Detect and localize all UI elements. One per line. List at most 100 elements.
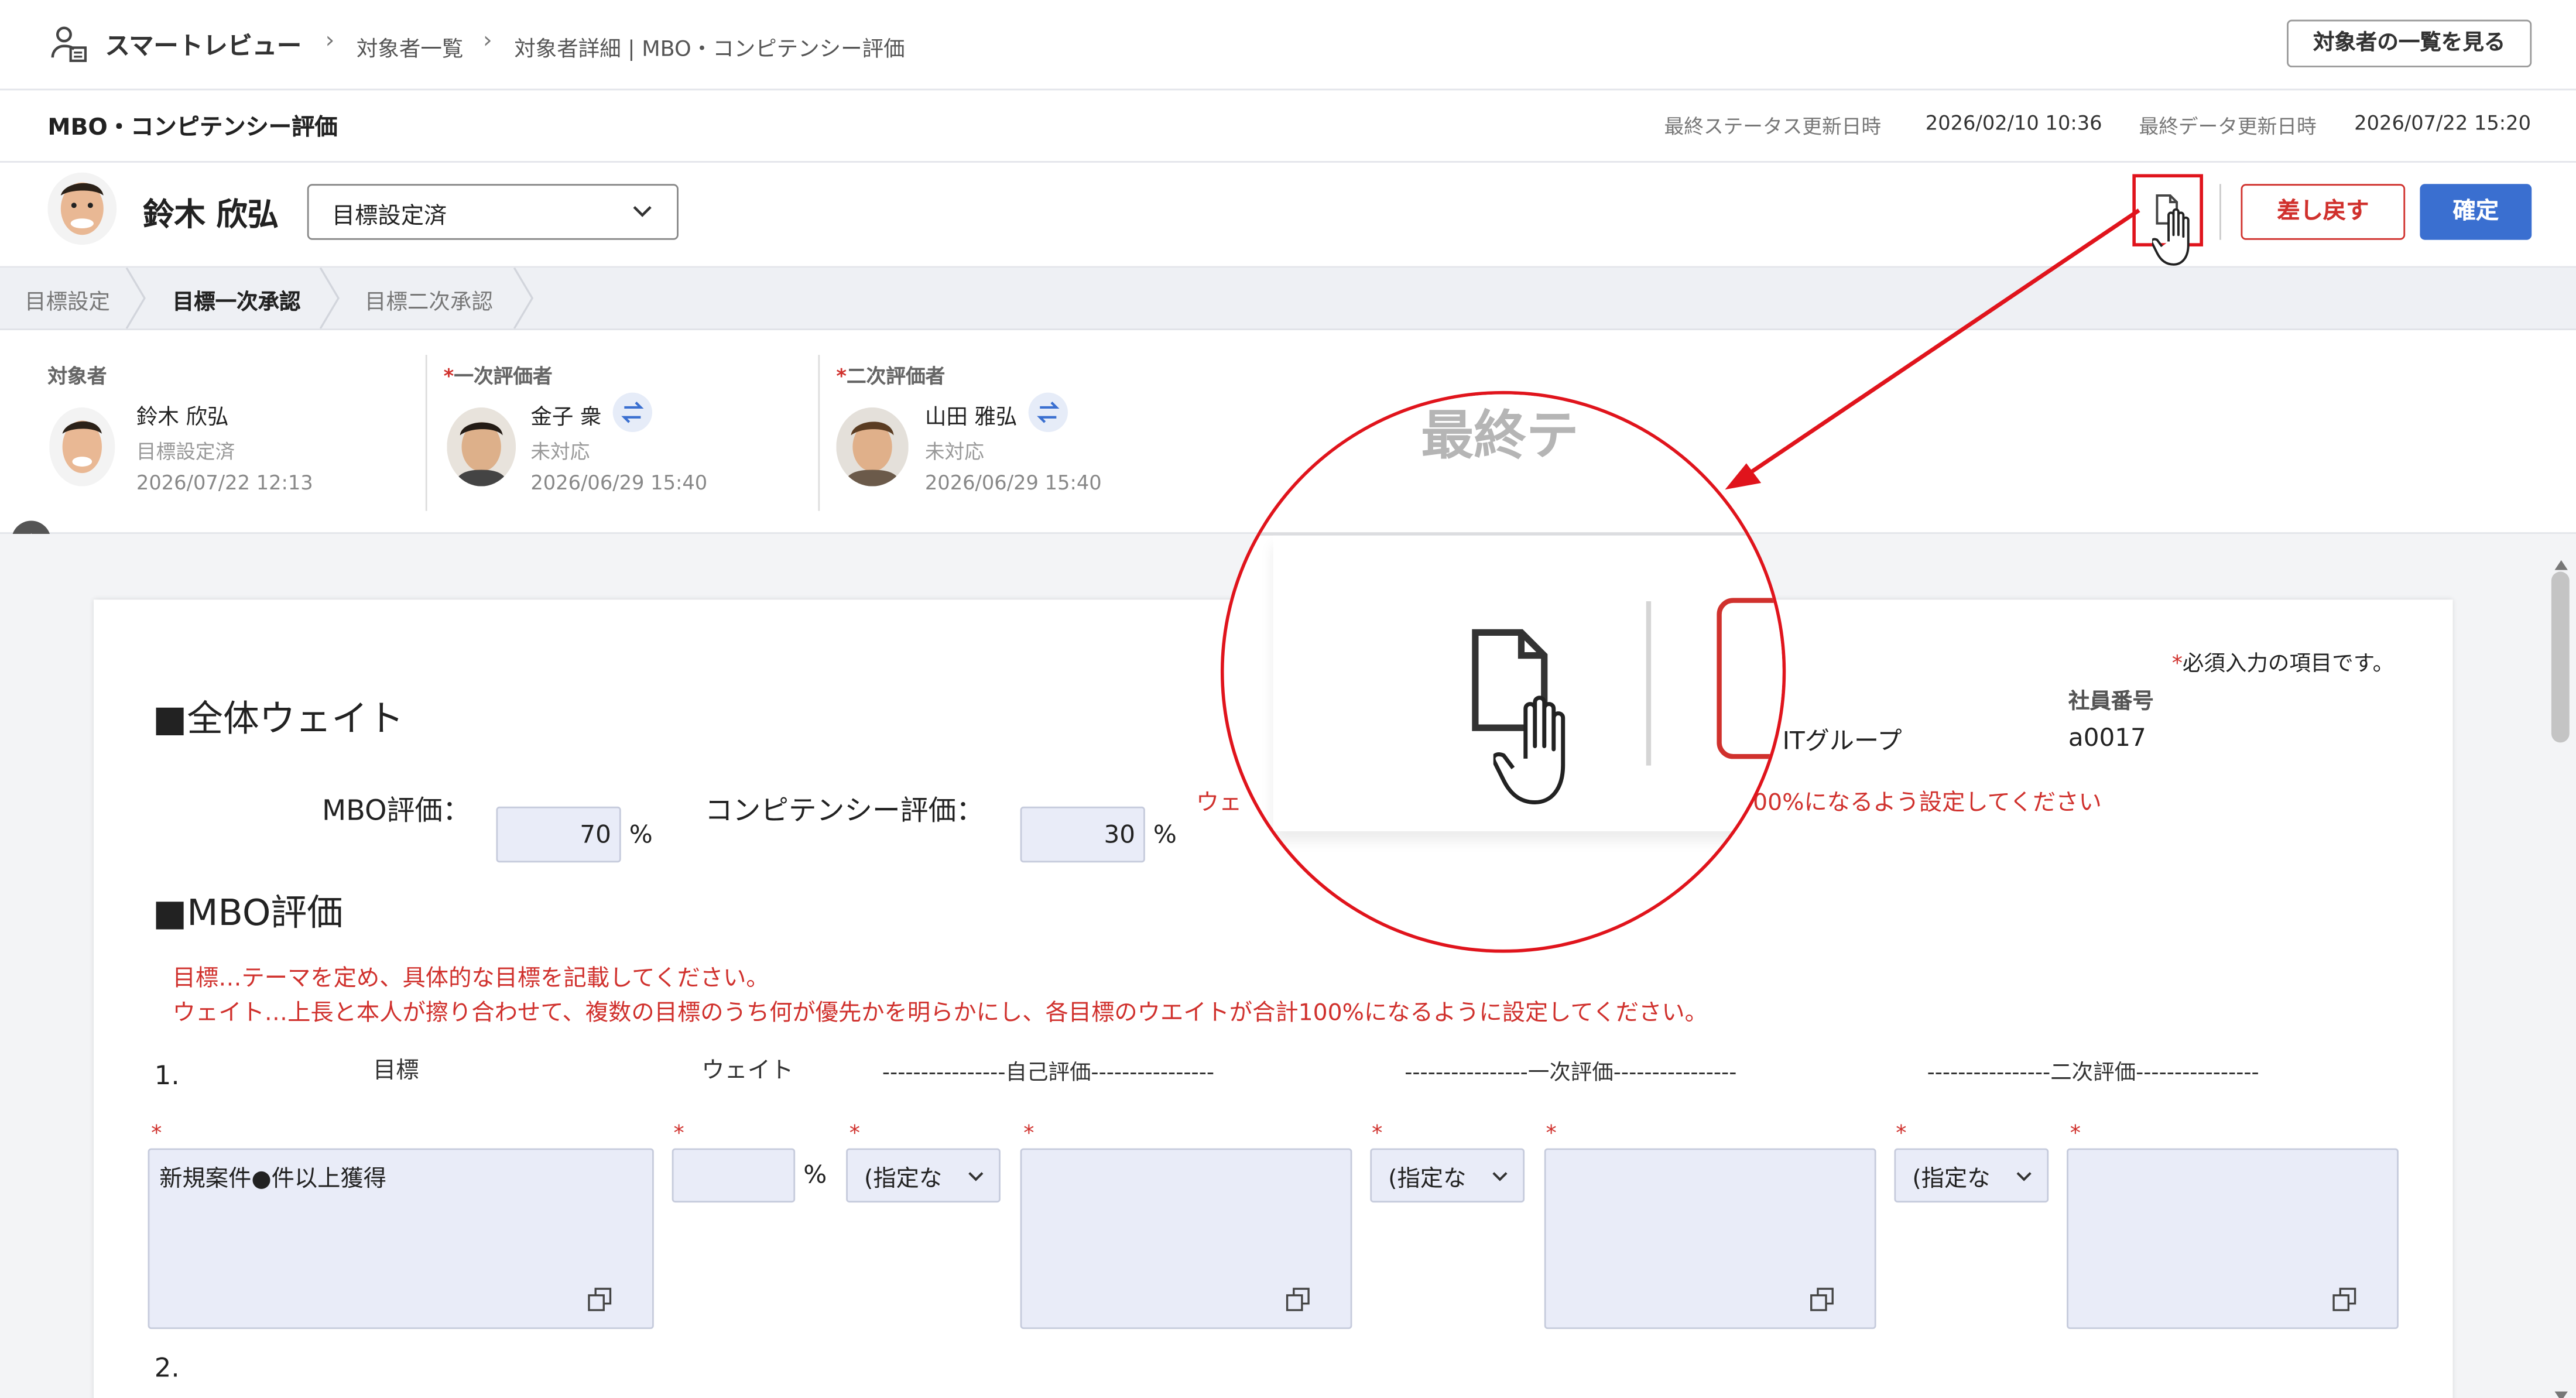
mbo-weight-label: MBO評価：: [321, 795, 471, 828]
column-goal: 目標: [372, 1058, 419, 1085]
subject-name: 鈴木 欣弘: [143, 197, 279, 234]
evaluator-role: *一次評価者: [444, 361, 553, 389]
return-button[interactable]: 差し戻す: [2241, 184, 2406, 240]
column-weight: ウェイト: [701, 1058, 794, 1085]
scroll-thumb[interactable]: [2551, 571, 2570, 743]
hand-cursor-icon: [2150, 205, 2205, 277]
evaluator-status: 未対応: [924, 440, 984, 464]
first-grade-select[interactable]: (指定な: [1370, 1148, 1525, 1203]
evaluator-date: 2026/07/22 12:13: [136, 471, 313, 495]
divider: [818, 355, 820, 511]
column-second-eval: ----------------二次評価----------------: [1927, 1061, 2259, 1086]
divider: [2219, 184, 2221, 240]
competency-weight-input[interactable]: 30: [1020, 806, 1145, 863]
step-goal-setting[interactable]: 目標設定: [25, 284, 110, 316]
subject-bar: 鈴木 欣弘 目標設定済 差し戻す 確定: [0, 163, 2576, 268]
step-first-approval[interactable]: 目標一次承認: [173, 284, 301, 316]
step-second-approval[interactable]: 目標二次承認: [365, 284, 493, 316]
expand-icon[interactable]: [1809, 1286, 1835, 1319]
required-mark: *: [1896, 1122, 1907, 1147]
divider: [1646, 601, 1652, 766]
evaluator-name: 鈴木 欣弘: [136, 406, 229, 431]
required-mark: *: [2070, 1122, 2081, 1147]
mbo-weight-input[interactable]: 70: [496, 806, 621, 863]
required-mark: *: [2171, 652, 2183, 677]
second-grade-value: (指定な: [1912, 1166, 1991, 1193]
status-updated-label: 最終ステータス更新日時: [1664, 115, 1882, 138]
second-comment-textarea[interactable]: [2067, 1148, 2399, 1330]
zoom-return-button-edge: [1717, 598, 1783, 759]
step-separator: [318, 267, 341, 335]
data-updated-value: 2026/07/22 15:20: [2354, 111, 2532, 135]
status-select[interactable]: 目標設定済: [307, 184, 679, 240]
divider: [425, 355, 427, 511]
scroll-down-icon[interactable]: [2554, 1377, 2568, 1398]
column-self-eval: ----------------自己評価----------------: [882, 1061, 1215, 1086]
required-mark: *: [151, 1122, 162, 1147]
zoom-callout: 最終テ: [1220, 390, 1786, 953]
avatar: [49, 407, 115, 486]
employee-no-label: 社員番号: [2068, 690, 2154, 715]
breadcrumb-item-detail: 対象者詳細 | MBO・コンピテンシー評価: [514, 37, 905, 63]
percent-label: %: [1153, 820, 1177, 849]
swap-evaluator-icon[interactable]: [1028, 392, 1068, 433]
evaluator-role: 対象者: [47, 364, 107, 388]
chevron-right-icon: ›: [482, 28, 492, 54]
chevron-right-icon: ›: [325, 28, 335, 54]
self-grade-select[interactable]: (指定な: [846, 1148, 1001, 1203]
required-mark: *: [443, 364, 454, 388]
avatar: [447, 407, 516, 486]
app-title[interactable]: スマートレビュー: [105, 28, 302, 63]
group-name: ITグループ: [1782, 726, 1902, 756]
instruction-goal: 目標…テーマを定め、具体的な目標を記載してください。: [172, 965, 769, 992]
evaluator-status: 未対応: [530, 440, 590, 464]
breadcrumb-item-list[interactable]: 対象者一覧: [357, 31, 463, 63]
overall-weight-heading: ■全体ウェイト: [152, 700, 404, 741]
expand-icon[interactable]: [1284, 1286, 1311, 1319]
evaluator-role-text: 一次評価者: [454, 364, 553, 388]
page-title: MBO・コンピテンシー評価: [47, 115, 338, 142]
goal-textarea[interactable]: 新規案件●件以上獲得: [148, 1148, 654, 1330]
evaluator-name: 山田 雅弘: [924, 406, 1018, 431]
goal-text: 新規案件●件以上獲得: [159, 1166, 387, 1193]
weight-input[interactable]: [672, 1148, 796, 1203]
evaluator-status: 目標設定済: [136, 440, 235, 464]
confirm-button[interactable]: 確定: [2420, 184, 2532, 240]
zoom-text-fragment: 最終テ: [1421, 404, 1579, 467]
swap-evaluator-icon[interactable]: [612, 392, 653, 433]
evaluator-date: 2026/06/29 15:40: [530, 471, 708, 495]
second-grade-select[interactable]: (指定な: [1894, 1148, 2049, 1203]
weight-warning-start: ウェ: [1195, 790, 1242, 817]
chevron-down-icon: [631, 196, 654, 232]
required-mark: *: [1546, 1122, 1557, 1147]
subject-list-button[interactable]: 対象者の一覧を見る: [2287, 19, 2532, 68]
status-select-value: 目標設定済: [331, 203, 447, 230]
percent-label: %: [629, 820, 653, 849]
expand-icon[interactable]: [587, 1286, 613, 1319]
evaluator-date: 2026/06/29 15:40: [924, 471, 1102, 495]
chevron-down-icon: [966, 1163, 986, 1196]
review-app-icon: [47, 23, 90, 66]
required-mark: *: [1023, 1122, 1034, 1147]
required-note: *必須入力の項目です。: [2172, 646, 2394, 677]
employee-no: a0017: [2068, 722, 2146, 753]
evaluator-name: 金子 衆: [530, 406, 602, 431]
first-comment-textarea[interactable]: [1544, 1148, 1876, 1330]
app-root: スマートレビュー › 対象者一覧 › 対象者詳細 | MBO・コンピテンシー評価…: [0, 0, 2576, 1398]
step-separator: [513, 267, 536, 335]
hand-cursor-icon: [1491, 690, 1595, 821]
evaluator-role: *二次評価者: [836, 361, 945, 389]
mbo-heading: ■MBO評価: [152, 893, 343, 935]
required-mark: *: [1372, 1122, 1383, 1147]
percent-label: %: [803, 1160, 827, 1190]
vertical-scrollbar[interactable]: [2550, 542, 2572, 1398]
top-bar: スマートレビュー › 対象者一覧 › 対象者詳細 | MBO・コンピテンシー評価…: [0, 0, 2576, 91]
required-note-text: 必須入力の項目です。: [2182, 652, 2395, 677]
item-number: 2.: [154, 1352, 180, 1383]
self-comment-textarea[interactable]: [1020, 1148, 1352, 1330]
step-separator: [125, 267, 148, 335]
avatar: [836, 407, 909, 486]
chevron-down-icon: [2014, 1163, 2034, 1196]
expand-icon[interactable]: [2331, 1286, 2358, 1319]
required-mark: *: [849, 1122, 861, 1147]
